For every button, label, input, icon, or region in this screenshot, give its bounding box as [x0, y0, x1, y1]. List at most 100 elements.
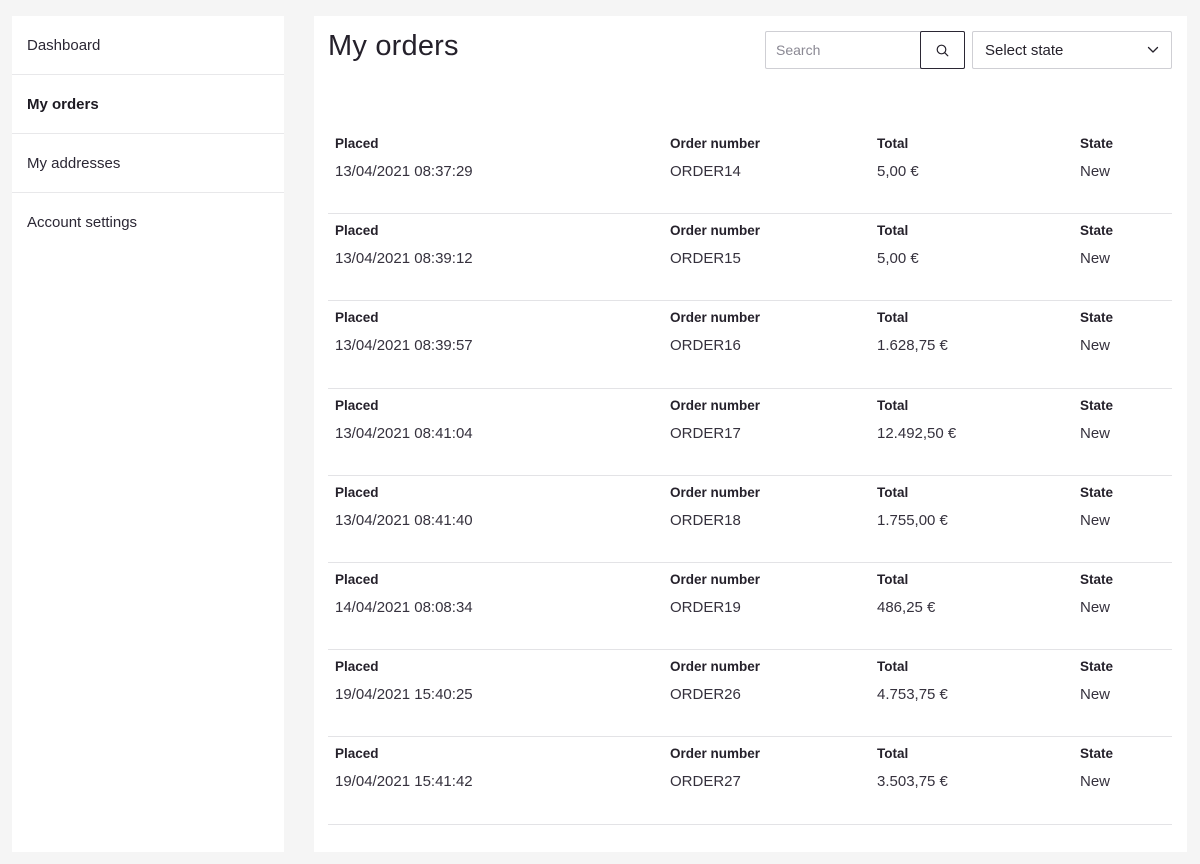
- state-value: New: [1080, 773, 1111, 791]
- placed-label: Placed: [335, 310, 379, 326]
- placed-value: 13/04/2021 08:41:04: [335, 424, 473, 442]
- state-select[interactable]: Select state: [972, 31, 1172, 69]
- placed-value: 13/04/2021 08:37:29: [335, 163, 473, 180]
- placed-value: 19/04/2021 15:41:42: [335, 773, 473, 791]
- total-label: Total: [877, 484, 909, 500]
- total-label: Total: [877, 571, 909, 587]
- placed-cell: Placed 13/04/2021 08:41:04: [335, 396, 473, 444]
- total-label: Total: [877, 659, 909, 675]
- total-cell: Total 1.755,00 €: [877, 483, 948, 531]
- state-cell: State New: [1080, 308, 1113, 356]
- total-value: 4.753,75 €: [877, 686, 948, 704]
- order-number-label: Order number: [670, 397, 761, 413]
- order-row[interactable]: Placed 19/04/2021 15:40:25 Order number …: [328, 650, 1172, 738]
- state-value: New: [1080, 337, 1111, 355]
- order-row[interactable]: Placed 13/04/2021 08:41:40 Order number …: [328, 476, 1172, 563]
- total-cell: Total 3.503,75 €: [877, 744, 948, 792]
- order-number-cell: Order number ORDER18: [670, 483, 760, 531]
- total-label: Total: [877, 746, 909, 762]
- placed-cell: Placed 13/04/2021 08:39:12: [335, 221, 473, 269]
- sidebar-item-dashboard[interactable]: Dashboard: [12, 16, 284, 75]
- sidebar-item-my-addresses[interactable]: My addresses: [12, 134, 284, 193]
- order-number-value: ORDER19: [670, 598, 741, 616]
- page-title: My orders: [328, 30, 459, 62]
- placed-value: 14/04/2021 08:08:34: [335, 598, 473, 616]
- total-value: 5,00 €: [877, 250, 919, 268]
- order-number-value: ORDER18: [670, 511, 741, 529]
- total-value: 3.503,75 €: [877, 773, 948, 791]
- order-number-label: Order number: [670, 571, 761, 587]
- total-value: 12.492,50 €: [877, 424, 957, 442]
- order-number-cell: Order number ORDER26: [670, 657, 760, 705]
- total-value: 1.628,75 €: [877, 337, 948, 355]
- state-label: State: [1080, 223, 1114, 239]
- state-label: State: [1080, 136, 1114, 151]
- placed-cell: Placed 13/04/2021 08:39:57: [335, 308, 473, 356]
- placed-label: Placed: [335, 136, 379, 151]
- order-row[interactable]: Placed 19/04/2021 15:41:42 Order number …: [328, 737, 1172, 825]
- placed-value: 13/04/2021 08:41:40: [335, 511, 473, 529]
- state-cell: State New: [1080, 396, 1113, 444]
- state-cell: State New: [1080, 221, 1113, 269]
- order-number-value: ORDER17: [670, 424, 741, 442]
- state-value: New: [1080, 511, 1111, 529]
- order-row[interactable]: Placed 13/04/2021 08:39:57 Order number …: [328, 301, 1172, 389]
- state-cell: State New: [1080, 483, 1113, 531]
- state-cell: State New: [1080, 657, 1113, 705]
- state-label: State: [1080, 659, 1114, 675]
- order-number-label: Order number: [670, 223, 761, 239]
- order-number-value: ORDER27: [670, 773, 741, 791]
- state-value: New: [1080, 686, 1111, 704]
- sidebar-item-my-orders[interactable]: My orders: [12, 75, 284, 134]
- placed-label: Placed: [335, 571, 379, 587]
- order-number-cell: Order number ORDER16: [670, 308, 760, 356]
- state-cell: State New: [1080, 744, 1113, 792]
- order-row[interactable]: Placed 13/04/2021 08:37:29 Order number …: [328, 127, 1172, 215]
- sidebar-item-account-settings[interactable]: Account settings: [12, 193, 284, 252]
- state-label: State: [1080, 310, 1114, 326]
- total-cell: Total 1.628,75 €: [877, 308, 948, 356]
- state-value: New: [1080, 250, 1111, 268]
- search-input[interactable]: [766, 32, 920, 68]
- total-cell: Total 12.492,50 €: [877, 396, 956, 444]
- order-number-label: Order number: [670, 310, 761, 326]
- state-select-label: Select state: [985, 41, 1064, 59]
- order-number-cell: Order number ORDER19: [670, 570, 760, 618]
- state-label: State: [1080, 484, 1114, 500]
- order-row[interactable]: Placed 13/04/2021 08:41:04 Order number …: [328, 389, 1172, 476]
- placed-label: Placed: [335, 746, 379, 762]
- placed-value: 13/04/2021 08:39:57: [335, 337, 473, 355]
- sidebar: Dashboard My orders My addresses Account…: [12, 16, 284, 852]
- total-label: Total: [877, 223, 909, 239]
- total-value: 486,25 €: [877, 598, 936, 616]
- order-number-label: Order number: [670, 136, 761, 151]
- order-number-value: ORDER16: [670, 337, 741, 355]
- state-cell: State New: [1080, 570, 1113, 618]
- search-button[interactable]: [920, 31, 965, 69]
- order-number-value: ORDER26: [670, 686, 741, 704]
- total-value: 1.755,00 €: [877, 511, 948, 529]
- order-row[interactable]: Placed 14/04/2021 08:08:34 Order number …: [328, 563, 1172, 651]
- state-value: New: [1080, 163, 1111, 180]
- placed-cell: Placed 14/04/2021 08:08:34: [335, 570, 473, 618]
- placed-label: Placed: [335, 397, 379, 413]
- total-label: Total: [877, 397, 909, 413]
- state-value: New: [1080, 424, 1111, 442]
- placed-label: Placed: [335, 223, 379, 239]
- order-number-value: ORDER15: [670, 250, 741, 268]
- state-value: New: [1080, 598, 1111, 616]
- placed-cell: Placed 13/04/2021 08:37:29: [335, 134, 473, 182]
- placed-cell: Placed 19/04/2021 15:40:25: [335, 657, 473, 705]
- total-cell: Total 4.753,75 €: [877, 657, 948, 705]
- order-number-label: Order number: [670, 484, 761, 500]
- search-icon: [936, 44, 949, 56]
- total-cell: Total 486,25 €: [877, 570, 935, 618]
- total-value: 5,00 €: [877, 163, 919, 180]
- placed-cell: Placed 13/04/2021 08:41:40: [335, 483, 473, 531]
- order-number-label: Order number: [670, 659, 761, 675]
- total-label: Total: [877, 310, 909, 326]
- order-number-label: Order number: [670, 746, 761, 762]
- chevron-down-icon: [1147, 46, 1159, 53]
- order-row[interactable]: Placed 13/04/2021 08:39:12 Order number …: [328, 214, 1172, 302]
- search-box: [765, 31, 965, 69]
